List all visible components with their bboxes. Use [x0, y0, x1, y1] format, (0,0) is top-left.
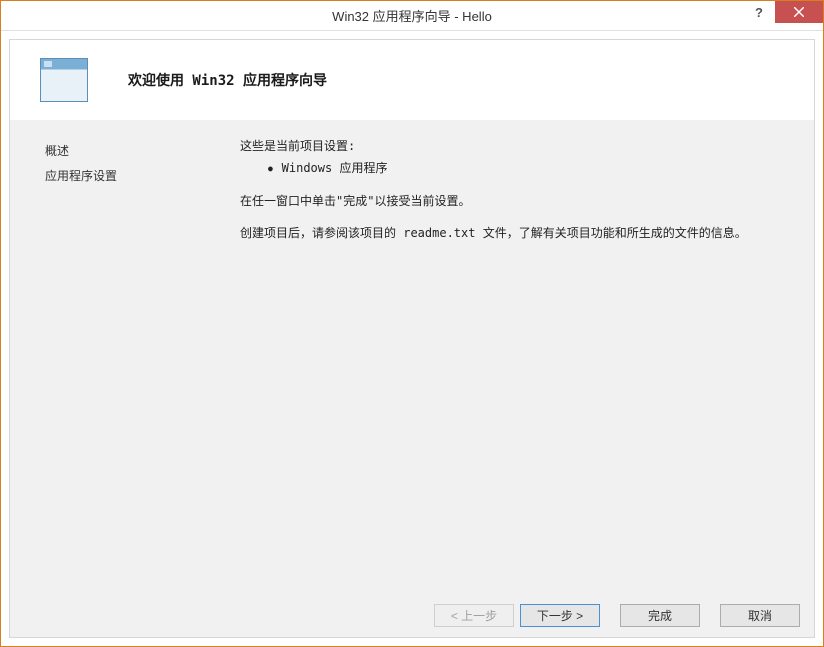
sidebar: 概述 应用程序设置: [10, 120, 230, 593]
titlebar: Win32 应用程序向导 - Hello ?: [1, 1, 823, 31]
content-outer: 欢迎使用 Win32 应用程序向导 概述 应用程序设置 这些是当前项目设置: W…: [1, 31, 823, 646]
window-title: Win32 应用程序向导 - Hello: [1, 6, 823, 25]
settings-list: Windows 应用程序: [240, 158, 784, 178]
instruction-text: 在任一窗口中单击"完成"以接受当前设置。: [240, 191, 784, 211]
cancel-button[interactable]: 取消: [720, 604, 800, 627]
close-button[interactable]: [775, 1, 823, 23]
sidebar-item-overview[interactable]: 概述: [45, 138, 230, 163]
body-section: 概述 应用程序设置 这些是当前项目设置: Windows 应用程序 在任一窗口中…: [10, 120, 814, 593]
wizard-window: Win32 应用程序向导 - Hello ? 欢迎使用 Win32 应用程序向导…: [0, 0, 824, 647]
close-icon: [794, 7, 804, 17]
help-button[interactable]: ?: [743, 1, 775, 23]
main-content: 这些是当前项目设置: Windows 应用程序 在任一窗口中单击"完成"以接受当…: [230, 120, 814, 593]
sidebar-item-app-settings[interactable]: 应用程序设置: [45, 163, 230, 188]
settings-intro: 这些是当前项目设置:: [240, 136, 784, 156]
list-item: Windows 应用程序: [268, 158, 784, 178]
readme-text: 创建项目后，请参阅该项目的 readme.txt 文件，了解有关项目功能和所生成…: [240, 223, 784, 243]
button-bar: < 上一步 下一步 > 完成 取消: [10, 593, 814, 637]
content-inner: 欢迎使用 Win32 应用程序向导 概述 应用程序设置 这些是当前项目设置: W…: [9, 39, 815, 638]
page-title: 欢迎使用 Win32 应用程序向导: [128, 70, 327, 90]
titlebar-buttons: ?: [743, 1, 823, 31]
wizard-window-icon: [40, 58, 88, 102]
finish-button[interactable]: 完成: [620, 604, 700, 627]
next-button[interactable]: 下一步 >: [520, 604, 600, 627]
prev-button: < 上一步: [434, 604, 514, 627]
header-section: 欢迎使用 Win32 应用程序向导: [10, 40, 814, 120]
